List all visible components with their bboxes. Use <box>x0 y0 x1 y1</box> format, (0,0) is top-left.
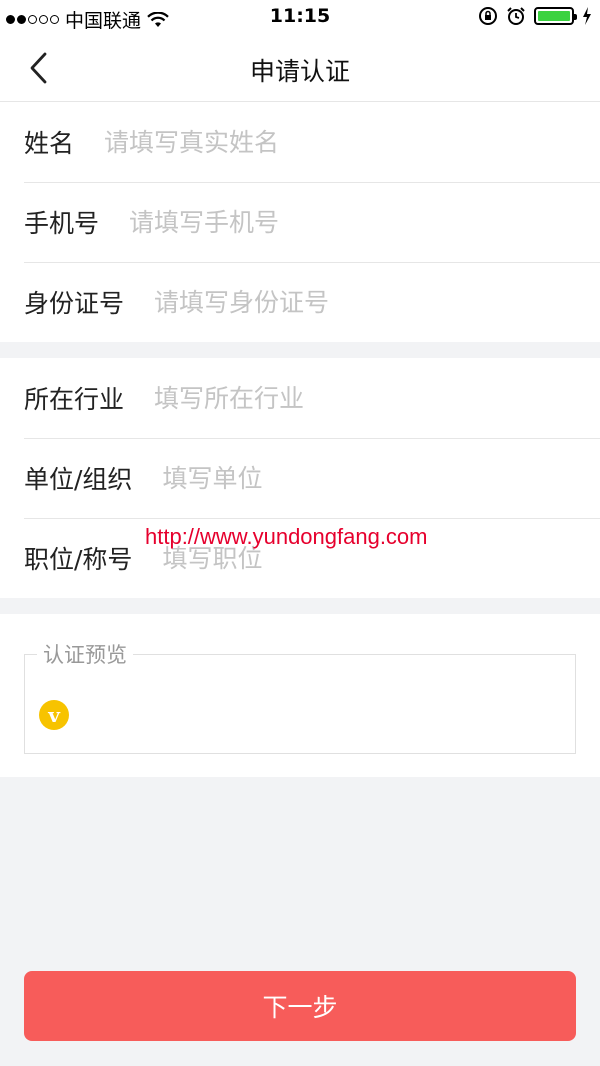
industry-row: 所在行业 <box>0 358 600 438</box>
organization-row: 单位/组织 <box>0 438 600 518</box>
preview-legend: 认证预览 <box>37 639 133 669</box>
industry-label: 所在行业 <box>24 385 125 414</box>
battery-icon <box>534 7 577 25</box>
name-input[interactable] <box>104 127 600 157</box>
industry-input[interactable] <box>154 383 600 413</box>
watermark-text: http://www.yundongfang.com <box>145 524 428 549</box>
phone-input[interactable] <box>129 207 600 237</box>
verified-badge-icon: v <box>39 700 69 730</box>
name-label: 姓名 <box>24 129 75 158</box>
nav-bar: 申请认证 <box>0 34 600 102</box>
phone-row: 手机号 <box>0 182 600 262</box>
organization-input[interactable] <box>162 463 600 493</box>
preview-section: 认证预览 v <box>0 614 600 777</box>
page-title: 申请认证 <box>249 57 350 86</box>
rotation-lock-icon <box>479 7 497 25</box>
id-number-input[interactable] <box>154 287 600 317</box>
battery-fill <box>538 11 570 21</box>
name-row: 姓名 <box>0 102 600 182</box>
work-info-group: 所在行业 单位/组织 职位/称号 <box>0 358 600 598</box>
id-number-row: 身份证号 <box>0 262 600 342</box>
status-bar: 中国联通 11:15 <box>0 0 600 34</box>
phone-label: 手机号 <box>24 209 100 238</box>
charging-icon <box>583 7 591 25</box>
alarm-icon <box>507 7 525 25</box>
id-number-label: 身份证号 <box>24 289 125 318</box>
preview-box: 认证预览 v <box>24 639 576 754</box>
basic-info-group: 姓名 手机号 身份证号 <box>0 102 600 342</box>
organization-label: 单位/组织 <box>24 465 133 494</box>
status-right <box>478 6 592 26</box>
position-label: 职位/称号 <box>24 545 133 574</box>
next-button[interactable]: 下一步 <box>24 971 576 1041</box>
